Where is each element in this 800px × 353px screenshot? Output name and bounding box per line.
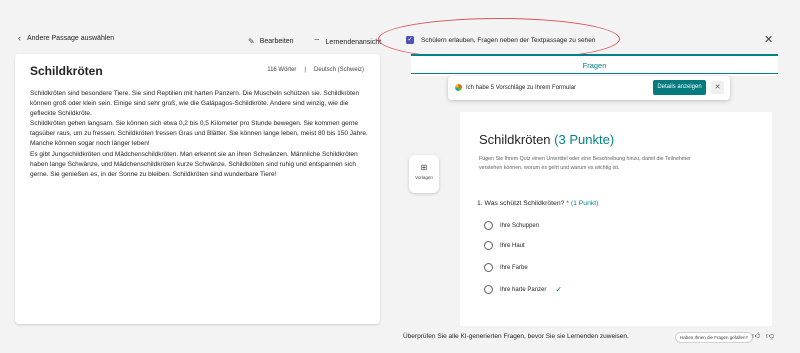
answer-option[interactable]: Ihre Farbe xyxy=(484,263,528,272)
pencil-icon: ✎ xyxy=(248,37,255,46)
form-preview: Schildkröten (3 Punkte) Fügen Sie Ihrem … xyxy=(460,112,772,326)
ai-review-notice: Überprüfen Sie alle KI-generierten Frage… xyxy=(403,333,629,340)
templates-icon: ⊞ xyxy=(420,163,428,172)
question-title[interactable]: 1. Was schützt Schildkröten? * (1 Punkt) xyxy=(477,200,598,207)
back-button-label: Andere Passage auswählen xyxy=(27,35,115,42)
answer-option-label: Ihre Farbe xyxy=(500,264,528,271)
tab-questions-label: Fragen xyxy=(582,61,607,70)
meta-separator: | xyxy=(304,67,306,73)
passage-paragraph: Es gibt Jungschildkröten und Mädchenschi… xyxy=(30,150,358,178)
answer-option[interactable]: Ihre Haut xyxy=(484,241,525,250)
word-count: 116 Wörter xyxy=(267,67,297,73)
templates-button[interactable]: ⊞ Vorlagen xyxy=(409,155,439,193)
suggestion-banner: Ich habe 5 Vorschläge zu Ihrem Formular … xyxy=(448,76,730,100)
close-icon[interactable]: ✕ xyxy=(764,33,773,46)
templates-label: Vorlagen xyxy=(415,175,433,180)
dismiss-suggestion-icon[interactable]: ✕ xyxy=(711,81,724,94)
feedback-question: Haben Ihnen die Fragen gefallen? xyxy=(675,332,754,343)
edit-button-label: Bearbeiten xyxy=(259,38,294,45)
back-button[interactable]: ‹ Andere Passage auswählen xyxy=(18,33,115,43)
form-title-text: Schildkröten xyxy=(479,132,551,147)
passage-paragraph: Schildkröten sind besondere Tiere. Sie s… xyxy=(30,90,360,118)
checkbox-checked-icon[interactable]: ✓ xyxy=(406,36,414,44)
answer-option-label: Ihre Schuppen xyxy=(500,222,540,229)
form-description[interactable]: Fügen Sie Ihrem Quiz einen Untertitel od… xyxy=(479,155,709,172)
allow-questions-checkbox[interactable]: ✓ Schülern erlauben, Fragen neben der Te… xyxy=(406,36,595,44)
radio-button[interactable] xyxy=(484,221,493,230)
toolbar: ‹ Andere Passage auswählen ✎ Bearbeiten … xyxy=(0,0,800,60)
show-details-button[interactable]: Details anzeigen xyxy=(653,80,706,95)
passage-paragraph: Schildkröten gehen langsam. Sie können s… xyxy=(30,120,368,148)
eye-icon: ⌔ xyxy=(313,37,321,46)
suggestion-text: Ich habe 5 Vorschläge zu Ihrem Formular xyxy=(466,85,577,91)
learner-view-label: Lernendenansicht xyxy=(325,38,382,46)
question-text: 1. Was schützt Schildkröten? xyxy=(477,200,565,207)
learner-view-button[interactable]: ⌔ Lernendenansicht xyxy=(313,37,381,47)
thumbs-down-icon[interactable]: 👎︎ xyxy=(766,331,774,341)
required-mark: * xyxy=(566,200,569,207)
form-title[interactable]: Schildkröten (3 Punkte) xyxy=(479,132,614,147)
passage-meta: 116 Wörter | Deutsch (Schweiz) xyxy=(267,67,364,73)
answer-option-correct[interactable]: Ihre harte Panzer ✓ xyxy=(484,285,562,294)
radio-button[interactable] xyxy=(484,241,493,250)
answer-option-label: Ihre harte Panzer xyxy=(500,286,547,293)
passage-body: Schildkröten sind besondere Tiere. Sie s… xyxy=(30,89,370,180)
chevron-left-icon: ‹ xyxy=(18,33,21,43)
form-points: (3 Punkte) xyxy=(554,132,615,147)
passage-title: Schildkröten xyxy=(30,64,103,78)
passage-card: Schildkröten 116 Wörter | Deutsch (Schwe… xyxy=(15,54,380,324)
radio-button[interactable] xyxy=(484,285,493,294)
allow-questions-label: Schülern erlauben, Fragen neben der Text… xyxy=(421,36,596,44)
tab-underline xyxy=(411,73,778,74)
thumbs-up-icon[interactable]: 👍︎ xyxy=(752,331,760,341)
edit-button[interactable]: ✎ Bearbeiten xyxy=(248,37,294,46)
tab-questions[interactable]: Fragen xyxy=(411,54,778,76)
passage-language: Deutsch (Schweiz) xyxy=(313,67,364,73)
radio-button[interactable] xyxy=(484,263,493,272)
answer-option-label: Ihre Haut xyxy=(500,242,525,249)
question-points: (1 Punkt) xyxy=(570,200,599,207)
answer-option[interactable]: Ihre Schuppen xyxy=(484,221,539,230)
copilot-icon xyxy=(455,84,462,91)
checkmark-icon: ✓ xyxy=(555,285,563,294)
